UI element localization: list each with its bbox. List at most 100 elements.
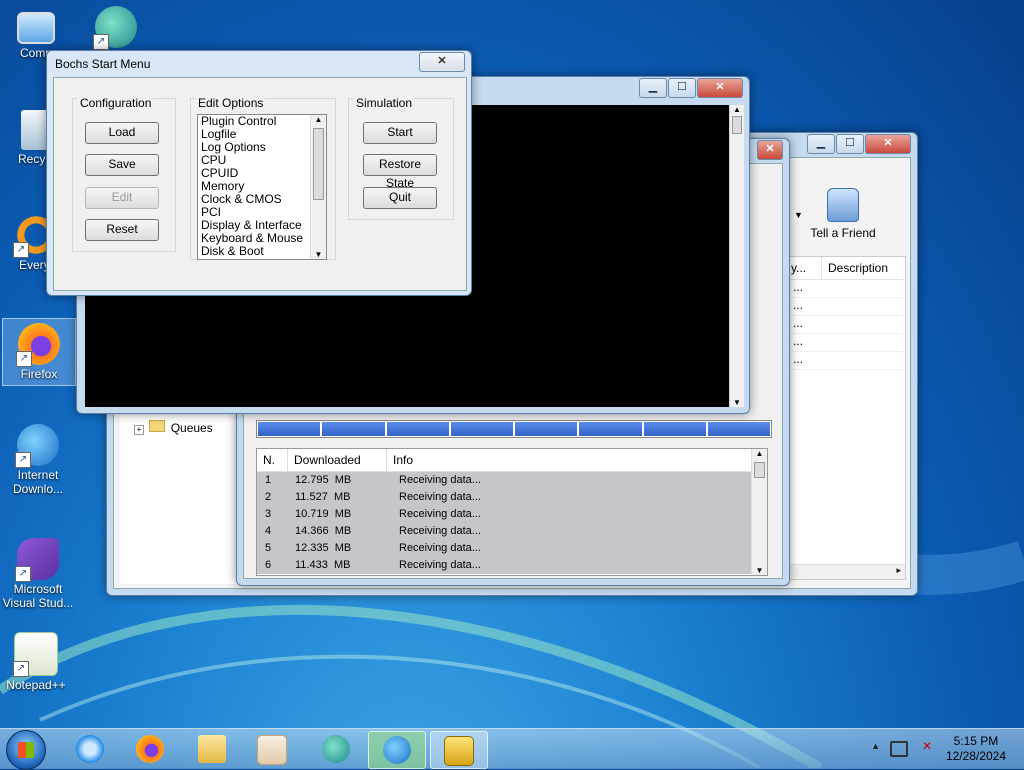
thumbs-up-icon xyxy=(827,188,859,222)
firefox-icon: ↗ xyxy=(16,323,60,367)
computer-icon xyxy=(17,12,55,44)
show-hidden-icons-button[interactable]: ▲ xyxy=(871,741,880,751)
reset-button[interactable]: Reset xyxy=(85,219,159,241)
column-header-downloaded[interactable]: Downloaded xyxy=(287,449,386,471)
console-scrollbar[interactable]: ▲ ▼ xyxy=(729,105,744,407)
list-scrollbar[interactable]: ▲ ▼ xyxy=(310,115,326,259)
close-button[interactable]: ✕ xyxy=(419,52,465,72)
connections-table: N. Downloaded Info 1 12.795 MB Receiving… xyxy=(256,448,768,576)
maximize-button[interactable]: ☐ xyxy=(836,134,864,154)
vertical-scrollbar[interactable]: ▲ ▼ xyxy=(751,449,767,575)
taskbar-internet-download-manager[interactable] xyxy=(368,731,426,769)
clock-time: 5:15 PM xyxy=(953,734,999,748)
desktop-icon-unnamed-app[interactable]: ↗ xyxy=(80,6,152,50)
notepad-icon: ↗ xyxy=(13,632,58,677)
minimize-button[interactable]: ▁ xyxy=(807,134,835,154)
clock-date: 12/28/2024 xyxy=(945,749,1006,763)
maximize-button[interactable]: ☐ xyxy=(668,78,696,98)
toolbar-dropdown-icon[interactable]: ▼ xyxy=(794,210,803,220)
cell-info: Receiving data... xyxy=(399,508,481,520)
tree-item-queues[interactable]: + Queues xyxy=(134,420,213,435)
idm-file-list: y... Description ... ... ... ... ... ▸ xyxy=(788,256,906,580)
shortcut-arrow-icon: ↗ xyxy=(13,661,29,677)
scroll-down-icon[interactable]: ▼ xyxy=(311,250,326,259)
desktop-icon-notepad-plus-plus[interactable]: ↗ Notepad++ xyxy=(0,632,72,692)
list-item[interactable]: ... xyxy=(789,298,905,316)
save-button[interactable]: Save xyxy=(85,154,159,176)
taskbar-file-explorer[interactable] xyxy=(184,731,240,767)
simulation-group-label: Simulation xyxy=(354,96,415,110)
close-button[interactable]: ✕ xyxy=(697,78,743,98)
scroll-thumb[interactable] xyxy=(754,462,765,478)
connections-progress-bar xyxy=(256,420,772,438)
table-row[interactable]: 1 12.795 MB Receiving data... xyxy=(257,472,751,489)
shortcut-arrow-icon: ↗ xyxy=(16,351,32,367)
shortcut-arrow-icon: ↗ xyxy=(15,452,31,468)
list-item[interactable]: ... xyxy=(789,334,905,352)
scroll-up-icon[interactable]: ▲ xyxy=(311,115,326,124)
network-icon[interactable] xyxy=(890,741,908,757)
internet-explorer-icon xyxy=(76,735,104,763)
scroll-thumb[interactable] xyxy=(313,128,324,200)
start-button[interactable]: Start xyxy=(363,122,437,144)
column-header-n[interactable]: N. xyxy=(257,449,287,471)
table-row[interactable]: 6 11.433 MB Receiving data... xyxy=(257,557,751,574)
desktop-icon-label: Notepad++ xyxy=(6,678,66,692)
table-row[interactable]: 4 14.366 MB Receiving data... xyxy=(257,523,751,540)
taskbar-internet-explorer[interactable] xyxy=(62,731,118,767)
taskbar-app[interactable] xyxy=(308,731,364,767)
window-controls: ✕ xyxy=(757,140,783,160)
edit-options-group-label: Edit Options xyxy=(196,96,266,110)
progress-segment xyxy=(707,422,770,436)
list-item[interactable]: ... xyxy=(789,316,905,334)
close-button[interactable]: ✕ xyxy=(865,134,911,154)
cell-n: 2 xyxy=(265,491,272,503)
column-header-short[interactable]: y... xyxy=(789,257,821,279)
taskbar: ▲ ✕ 5:15 PM 12/28/2024 xyxy=(0,728,1024,770)
volume-muted-icon[interactable]: ✕ xyxy=(922,739,932,753)
horizontal-scrollbar[interactable]: ▸ xyxy=(789,564,905,579)
column-header-info[interactable]: Info xyxy=(386,449,413,471)
desktop-icon-internet-download-manager[interactable]: ↗ Internet Downlo... xyxy=(2,424,74,496)
close-button[interactable]: ✕ xyxy=(757,140,783,160)
scroll-thumb[interactable] xyxy=(732,116,742,134)
desktop-icon-visual-studio[interactable]: ↗ Microsoft Visual Stud... xyxy=(2,538,74,610)
start-button[interactable] xyxy=(6,730,46,770)
expand-icon[interactable]: + xyxy=(134,425,144,435)
minimize-button[interactable]: ▁ xyxy=(639,78,667,98)
list-item[interactable]: Disk & Boot xyxy=(198,245,326,258)
progress-segment xyxy=(258,422,321,436)
taskbar-bochs[interactable] xyxy=(430,731,488,769)
progress-segment xyxy=(322,422,385,436)
taskbar-firefox[interactable] xyxy=(122,731,178,767)
edit-options-list[interactable]: Plugin Control Logfile Log Options CPU C… xyxy=(197,114,327,260)
scroll-up-icon[interactable]: ▲ xyxy=(730,105,744,114)
progress-segment xyxy=(515,422,578,436)
table-row[interactable]: 2 11.527 MB Receiving data... xyxy=(257,489,751,506)
restore-state-button[interactable]: Restore State xyxy=(363,154,437,190)
bochs-start-menu-dialog[interactable]: Bochs Start Menu ✕ Configuration Load Sa… xyxy=(46,50,472,296)
progress-segment xyxy=(450,422,513,436)
cell-downloaded: 10.719 MB xyxy=(295,508,352,520)
visual-studio-icon: ↗ xyxy=(15,538,59,582)
cell-downloaded: 11.433 MB xyxy=(295,559,351,571)
table-row[interactable]: 3 10.719 MB Receiving data... xyxy=(257,506,751,523)
desktop-icon-firefox[interactable]: ↗ Firefox xyxy=(2,318,76,386)
system-clock[interactable]: 5:15 PM 12/28/2024 xyxy=(946,734,1006,764)
list-item[interactable]: ... xyxy=(789,280,905,298)
table-row[interactable]: 5 12.335 MB Receiving data... xyxy=(257,540,751,557)
bochs-icon xyxy=(444,736,474,766)
load-button[interactable]: Load xyxy=(85,122,159,144)
cell-downloaded: 12.795 MB xyxy=(295,474,352,486)
tell-friend-button[interactable]: Tell a Friend xyxy=(804,188,882,240)
cell-n: 3 xyxy=(265,508,272,520)
list-item[interactable]: ... xyxy=(789,352,905,370)
scroll-down-icon[interactable]: ▼ xyxy=(752,566,767,575)
column-header-description[interactable]: Description xyxy=(821,257,888,279)
quit-button[interactable]: Quit xyxy=(363,187,437,209)
cell-n: 6 xyxy=(265,559,272,571)
cell-n: 4 xyxy=(265,525,272,537)
taskbar-media-player[interactable] xyxy=(244,731,300,767)
scroll-down-icon[interactable]: ▼ xyxy=(730,398,744,407)
scroll-up-icon[interactable]: ▲ xyxy=(752,449,767,458)
